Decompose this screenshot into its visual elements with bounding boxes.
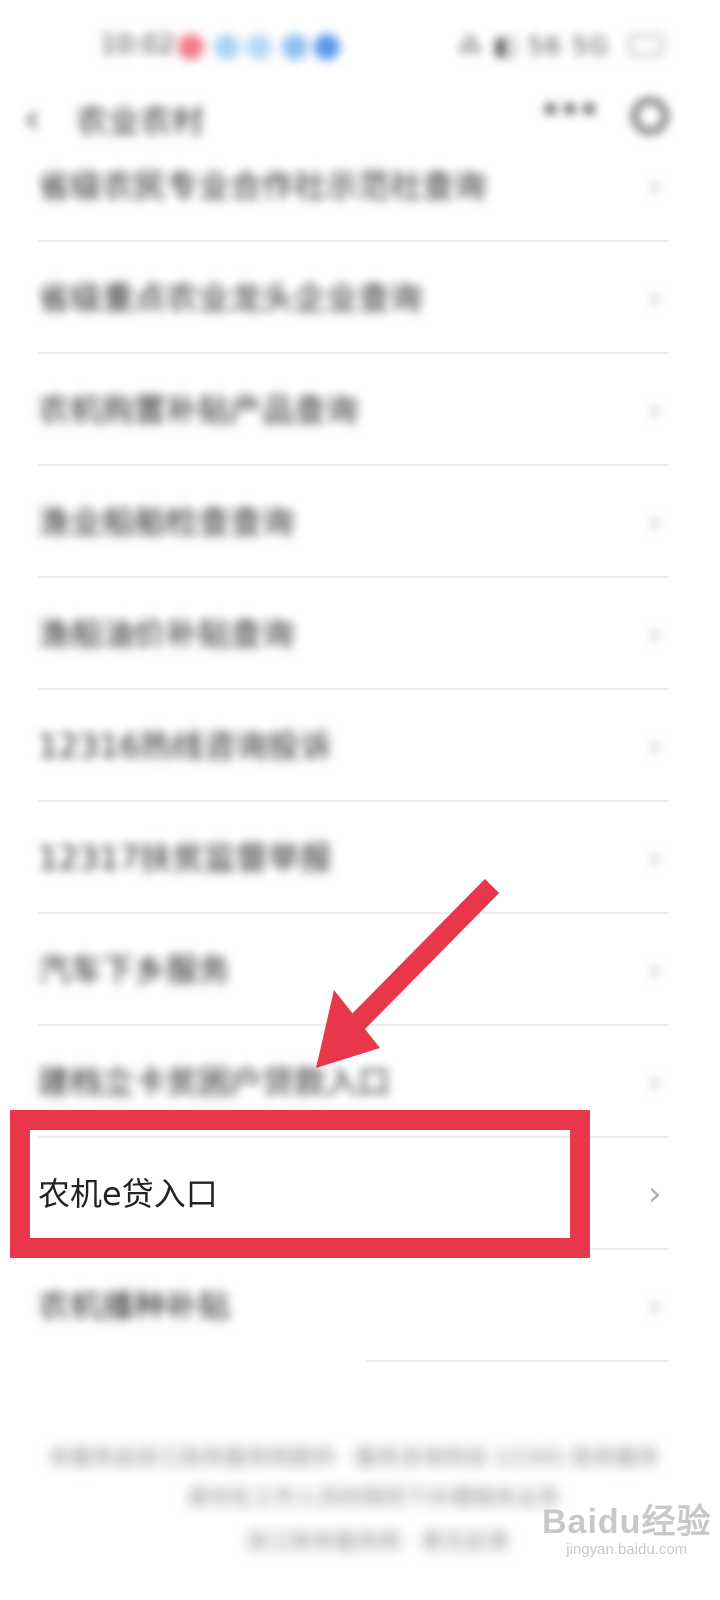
app-icon [214,34,240,60]
list-item-label: 渔业船舶检查查询 [38,503,295,541]
footer-text: 请勿在工作人员的陪同下办理相关业务 [186,1486,561,1511]
list-item-label: 12316热线咨询投诉 [38,727,332,765]
list-item-label: 建档立卡贫困户贷款入口 [38,1063,391,1101]
chevron-right-icon: › [648,1286,662,1326]
chevron-right-icon: › [648,166,662,206]
chevron-right-icon: › [648,838,662,878]
list-item[interactable]: 汽车下乡服务 › [0,914,720,1026]
chevron-right-icon: › [648,278,662,318]
watermark-logo-text: Baidu经验 [542,1503,712,1541]
list-item-label: 农机播种补贴 [38,1287,231,1325]
notification-icon [178,34,204,60]
footer-text: 浙江政务服务网 · 意见反馈 [246,1530,509,1555]
list-item-label: 农机e贷入口 [38,1175,218,1213]
list-item-label: 农机购置补贴产品查询 [38,391,359,429]
list-item[interactable]: 建档立卡贫困户贷款入口 › [0,1026,720,1138]
list-item[interactable]: 12316热线咨询投诉 › [0,690,720,802]
chevron-right-icon: › [648,950,662,990]
list-item-label: 汽车下乡服务 [38,951,231,989]
list-item[interactable]: 省级重点农业龙头企业查询 › [0,242,720,354]
footer-text: 本服务由浙江政务服务网提供 · 服务咨询热线 12345 政务服务 [48,1446,659,1471]
app-icon [246,34,272,60]
status-bar: 10:02 ⁂ ◧ 56 5G [0,18,720,78]
chevron-right-icon: › [648,1062,662,1102]
chevron-right-icon: › [648,726,662,766]
chevron-right-icon: › [648,1174,662,1214]
divider [366,1360,668,1362]
list-item-label: 12317扶贫监督举报 [38,839,332,877]
list-item[interactable]: 农机播种补贴 › [0,1250,720,1362]
list-item[interactable]: 渔船油价补贴查询 › [0,578,720,690]
app-icon [314,34,340,60]
list-item-label: 省级农民专业合作社示范社查询 [38,167,487,205]
list-item-nongji-e-dai[interactable]: 农机e贷入口 › [0,1138,720,1250]
list-item[interactable]: 农机购置补贴产品查询 › [0,354,720,466]
watermark-url: jingyan.baidu.com [566,1541,688,1558]
status-time: 10:02 [100,30,175,60]
battery-icon [628,34,664,56]
list-item-label: 省级重点农业龙头企业查询 [38,279,423,317]
chevron-right-icon: › [648,614,662,654]
list-item[interactable]: 渔业船舶检查查询 › [0,466,720,578]
close-icon[interactable] [632,98,668,134]
chevron-right-icon: › [648,502,662,542]
list-item[interactable]: 12317扶贫监督举报 › [0,802,720,914]
app-icon [282,34,308,60]
chevron-right-icon: › [648,390,662,430]
more-icon[interactable]: ••• [540,90,600,131]
list-item[interactable]: 省级农民专业合作社示范社查询 › [0,130,720,242]
system-icons: ⁂ ◧ 56 5G [458,32,610,60]
list-item-label: 渔船油价补贴查询 [38,615,295,653]
baidu-jingyan-watermark: Baidu经验 jingyan.baidu.com [542,1494,711,1558]
